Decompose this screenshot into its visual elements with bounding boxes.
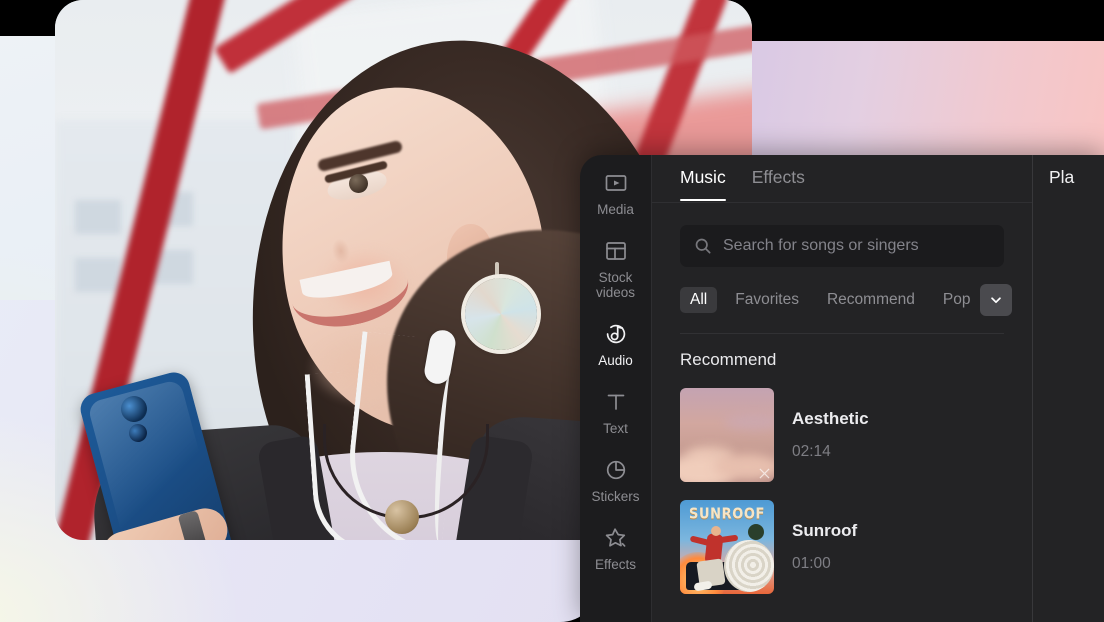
resize-corner-icon [759,468,770,479]
chip-recommend[interactable]: Recommend [817,287,925,313]
rail-item-label: Effects [594,557,637,572]
panel-tabs: Music Effects [652,155,1032,203]
track-info: Sunroof 01:00 [792,521,857,573]
chip-favorites[interactable]: Favorites [725,287,809,313]
chip-all[interactable]: All [680,287,718,313]
filter-expand-button[interactable] [980,284,1012,316]
search-input[interactable]: Search for songs or singers [680,225,1004,267]
panel-body: Search for songs or singers All Favorite… [652,225,1032,594]
chevron-down-icon [991,297,1001,304]
rail-item-text[interactable]: Text [580,390,652,436]
rail-item-label: Text [603,421,628,436]
section-title-recommend: Recommend [680,350,777,369]
editor-window: Media Stock videos Audio Text Stickers E… [580,155,1104,622]
rail-item-media[interactable]: Media [580,171,652,217]
effects-icon [605,528,625,547]
filter-chips: All Favorites Recommend Pop R [680,284,1012,316]
rail-item-stock-videos[interactable]: Stock videos [580,239,652,300]
rail-item-stickers[interactable]: Stickers [580,458,652,504]
track-info: Aesthetic 02:14 [792,409,869,461]
rail-item-label: Stock videos [595,270,636,300]
track-title: Aesthetic [792,409,869,428]
sunroof-artwork: SUNROOF [680,500,774,594]
rail-item-effects[interactable]: Effects [580,526,652,572]
track-thumbnail[interactable] [680,388,774,482]
audio-icon [606,324,625,344]
preview-title: Pla [1049,167,1075,187]
track-thumbnail[interactable]: SUNROOF [680,500,774,594]
rail-item-label: Audio [598,353,633,368]
rail-item-label: Stickers [591,489,640,504]
track-title: Sunroof [792,521,858,540]
tab-music[interactable]: Music [680,155,726,201]
stickers-icon [606,460,625,480]
track-duration: 02:14 [792,443,831,460]
artwork-text: SUNROOF [689,505,765,524]
preview-pane: Pla [1032,155,1104,622]
track-row-aesthetic[interactable]: Aesthetic 02:14 [680,388,1004,482]
media-icon [605,175,626,191]
search-placeholder: Search for songs or singers [723,237,919,254]
rail-item-audio[interactable]: Audio [580,322,652,368]
search-icon [695,238,711,254]
stock-videos-icon [605,242,626,260]
text-icon [607,394,624,410]
panel-divider [680,333,1004,334]
chip-pop[interactable]: Pop [933,287,981,313]
track-duration: 01:00 [792,555,831,572]
track-row-sunroof[interactable]: SUNROOF Sunroof 01:00 [680,500,1004,594]
tool-rail: Media Stock videos Audio Text Stickers E… [580,155,652,622]
background-blob-right [751,41,1104,160]
tab-effects[interactable]: Effects [752,155,805,188]
rail-item-label: Media [597,202,634,217]
audio-panel: Music Effects Search for songs or singer… [652,155,1032,622]
